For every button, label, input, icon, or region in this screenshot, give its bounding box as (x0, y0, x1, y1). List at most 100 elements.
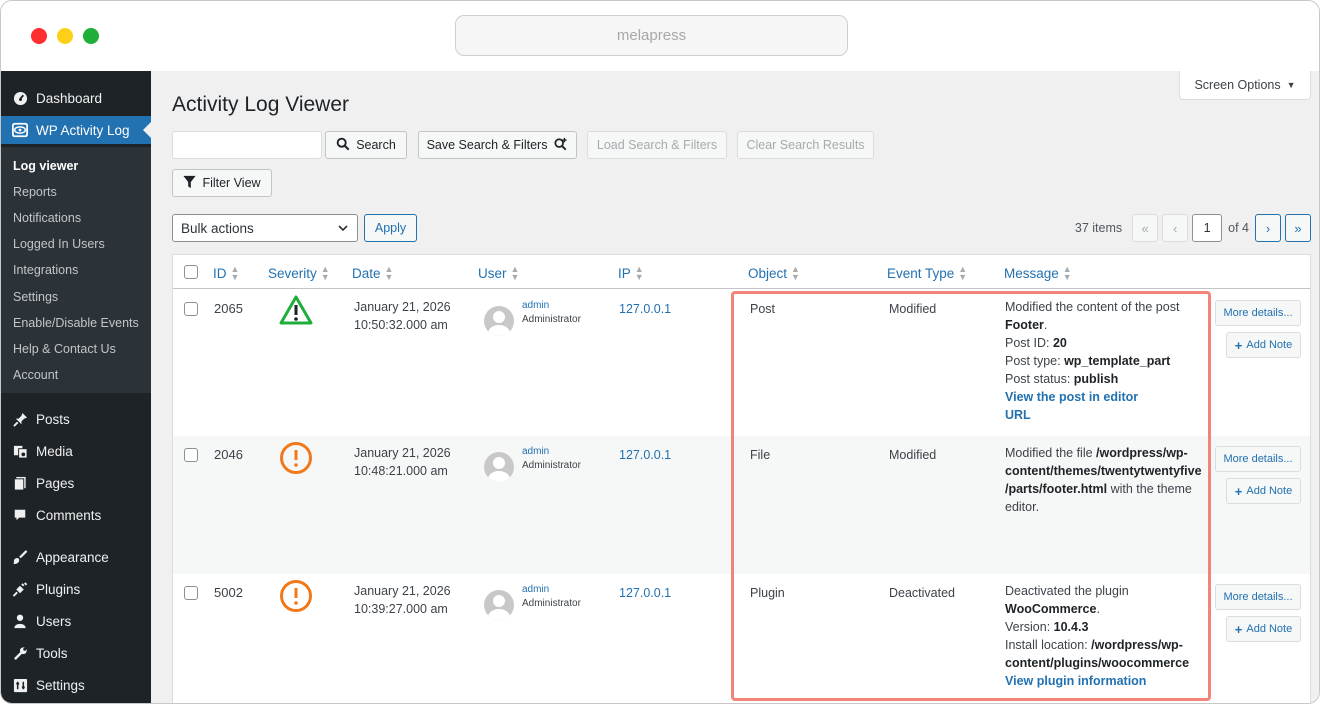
sidebar-item-label: Media (36, 443, 73, 459)
more-details-button[interactable]: More details... (1215, 584, 1301, 610)
column-label: Message (1004, 265, 1059, 281)
message-label: Install location: (1005, 638, 1092, 652)
load-search-filters-button[interactable]: Load Search & Filters (587, 131, 727, 159)
column-date[interactable]: Date ▲ ▼ (352, 265, 393, 282)
sidebar-item-plugins[interactable]: Plugins (1, 575, 151, 603)
filter-view-button[interactable]: Filter View (172, 169, 272, 197)
users-icon (12, 613, 28, 629)
message-label: Post ID: (1005, 336, 1053, 350)
user-name-link[interactable]: admin (522, 584, 549, 595)
sidebar-item-dashboard[interactable]: Dashboard (1, 84, 151, 112)
table-row: 2065 January 21, 2026 10:50:32.000 am ad… (173, 290, 1310, 436)
event-id: 5002 (214, 585, 243, 600)
sort-icon: ▲ ▼ (1062, 264, 1072, 282)
row-checkbox[interactable] (184, 586, 198, 600)
bulk-actions-select[interactable]: Bulk actions (172, 214, 358, 242)
clear-search-results-button[interactable]: Clear Search Results (737, 131, 874, 159)
user-name-link[interactable]: admin (522, 446, 549, 457)
column-id[interactable]: ID ▲ ▼ (213, 265, 239, 282)
event-object: Post (750, 302, 776, 316)
submenu-integrations[interactable]: Integrations (13, 263, 78, 277)
sidebar-item-settings[interactable]: Settings (1, 671, 151, 699)
caret-down-icon: ▼ (1286, 80, 1296, 90)
column-ip[interactable]: IP ▲ ▼ (618, 265, 644, 282)
sidebar-item-appearance[interactable]: Appearance (1, 543, 151, 571)
message-label: Version: (1005, 620, 1054, 634)
search-plus-icon (553, 137, 568, 154)
zoom-window-button[interactable] (83, 28, 99, 44)
alert-circle-icon (279, 579, 313, 618)
event-object: File (750, 448, 771, 462)
submenu-logged-in-users[interactable]: Logged In Users (13, 237, 105, 251)
row-checkbox[interactable] (184, 302, 198, 316)
add-note-label: Add Note (1246, 339, 1293, 351)
view-post-in-editor-link[interactable]: View the post in editor (1005, 388, 1179, 406)
message-text: with the theme (1107, 482, 1192, 496)
submenu-account[interactable]: Account (13, 368, 58, 382)
ip-link[interactable]: 127.0.0.1 (619, 446, 671, 464)
address-bar[interactable]: melapress (455, 15, 848, 56)
screen-options-button[interactable]: Screen Options ▼ (1179, 71, 1311, 100)
apply-button[interactable]: Apply (364, 214, 417, 242)
sidebar-item-comments[interactable]: Comments (1, 501, 151, 529)
sidebar-item-posts[interactable]: Posts (1, 405, 151, 433)
submenu-notifications[interactable]: Notifications (13, 211, 81, 225)
submenu-reports[interactable]: Reports (13, 185, 57, 199)
sidebar-item-media[interactable]: Media (1, 437, 151, 465)
ip-link[interactable]: 127.0.0.1 (619, 300, 671, 318)
bulk-actions-value: Bulk actions (181, 220, 254, 236)
plus-icon: + (1234, 337, 1243, 353)
sidebar-item-tools[interactable]: Tools (1, 639, 151, 667)
minimize-window-button[interactable] (57, 28, 73, 44)
date-text: January 21, 2026 (354, 300, 451, 314)
column-severity[interactable]: Severity ▲ ▼ (268, 265, 330, 282)
sidebar-item-wp-activity-log[interactable]: WP Activity Log (1, 116, 151, 144)
browser-window: melapress Dashboard WP Activity Log Log … (0, 0, 1320, 704)
sidebar-item-label: Plugins (36, 581, 81, 597)
sidebar-item-pages[interactable]: Pages (1, 469, 151, 497)
event-type: Modified (889, 448, 937, 462)
submenu-help-contact[interactable]: Help & Contact Us (13, 342, 116, 356)
add-note-button[interactable]: + Add Note (1226, 332, 1301, 358)
last-page-button[interactable]: » (1285, 214, 1311, 242)
user-name-link[interactable]: admin (522, 300, 549, 311)
add-note-label: Add Note (1246, 623, 1293, 635)
view-plugin-information-link[interactable]: View plugin information (1005, 672, 1189, 690)
user-role: Administrator (522, 460, 581, 471)
submenu-settings[interactable]: Settings (13, 290, 58, 304)
screen-options-label: Screen Options (1194, 78, 1281, 92)
column-message[interactable]: Message ▲ ▼ (1004, 264, 1072, 282)
first-page-button[interactable]: « (1132, 214, 1159, 242)
plugin-icon (12, 581, 28, 597)
current-page-input[interactable]: 1 (1192, 214, 1223, 242)
prev-page-button[interactable]: ‹ (1162, 214, 1189, 242)
event-message: Modified the content of the post Footer.… (1005, 298, 1179, 424)
search-input[interactable] (172, 131, 322, 159)
submenu-enable-disable-events[interactable]: Enable/Disable Events (13, 316, 139, 330)
more-details-button[interactable]: More details... (1215, 300, 1301, 326)
sort-icon: ▲ ▼ (791, 264, 800, 282)
select-all-checkbox[interactable] (184, 265, 198, 279)
submenu-log-viewer[interactable]: Log viewer (13, 159, 78, 173)
media-icon (12, 443, 28, 459)
url-link[interactable]: URL (1005, 406, 1179, 424)
search-button[interactable]: Search (325, 131, 407, 159)
save-search-filters-button[interactable]: Save Search & Filters (418, 131, 577, 159)
add-note-button[interactable]: + Add Note (1226, 478, 1301, 504)
row-checkbox[interactable] (184, 448, 198, 462)
column-event-type[interactable]: Event Type ▲ ▼ (887, 265, 967, 282)
next-page-button[interactable]: › (1255, 214, 1281, 242)
sidebar-item-users[interactable]: Users (1, 607, 151, 635)
time-text: 10:48:21.000 am (354, 464, 448, 478)
sidebar-item-label: Pages (36, 475, 75, 491)
column-object[interactable]: Object ▲ ▼ (748, 264, 800, 282)
ip-link[interactable]: 127.0.0.1 (619, 584, 671, 602)
close-window-button[interactable] (31, 28, 47, 44)
more-details-button[interactable]: More details... (1215, 446, 1301, 472)
activity-log-submenu: Log viewer Reports Notifications Logged … (1, 147, 151, 393)
avatar (484, 452, 514, 482)
add-note-button[interactable]: + Add Note (1226, 616, 1301, 642)
message-label: Post type: (1005, 354, 1065, 368)
title-bar: melapress (1, 1, 1319, 71)
column-user[interactable]: User ▲ ▼ (478, 265, 519, 282)
